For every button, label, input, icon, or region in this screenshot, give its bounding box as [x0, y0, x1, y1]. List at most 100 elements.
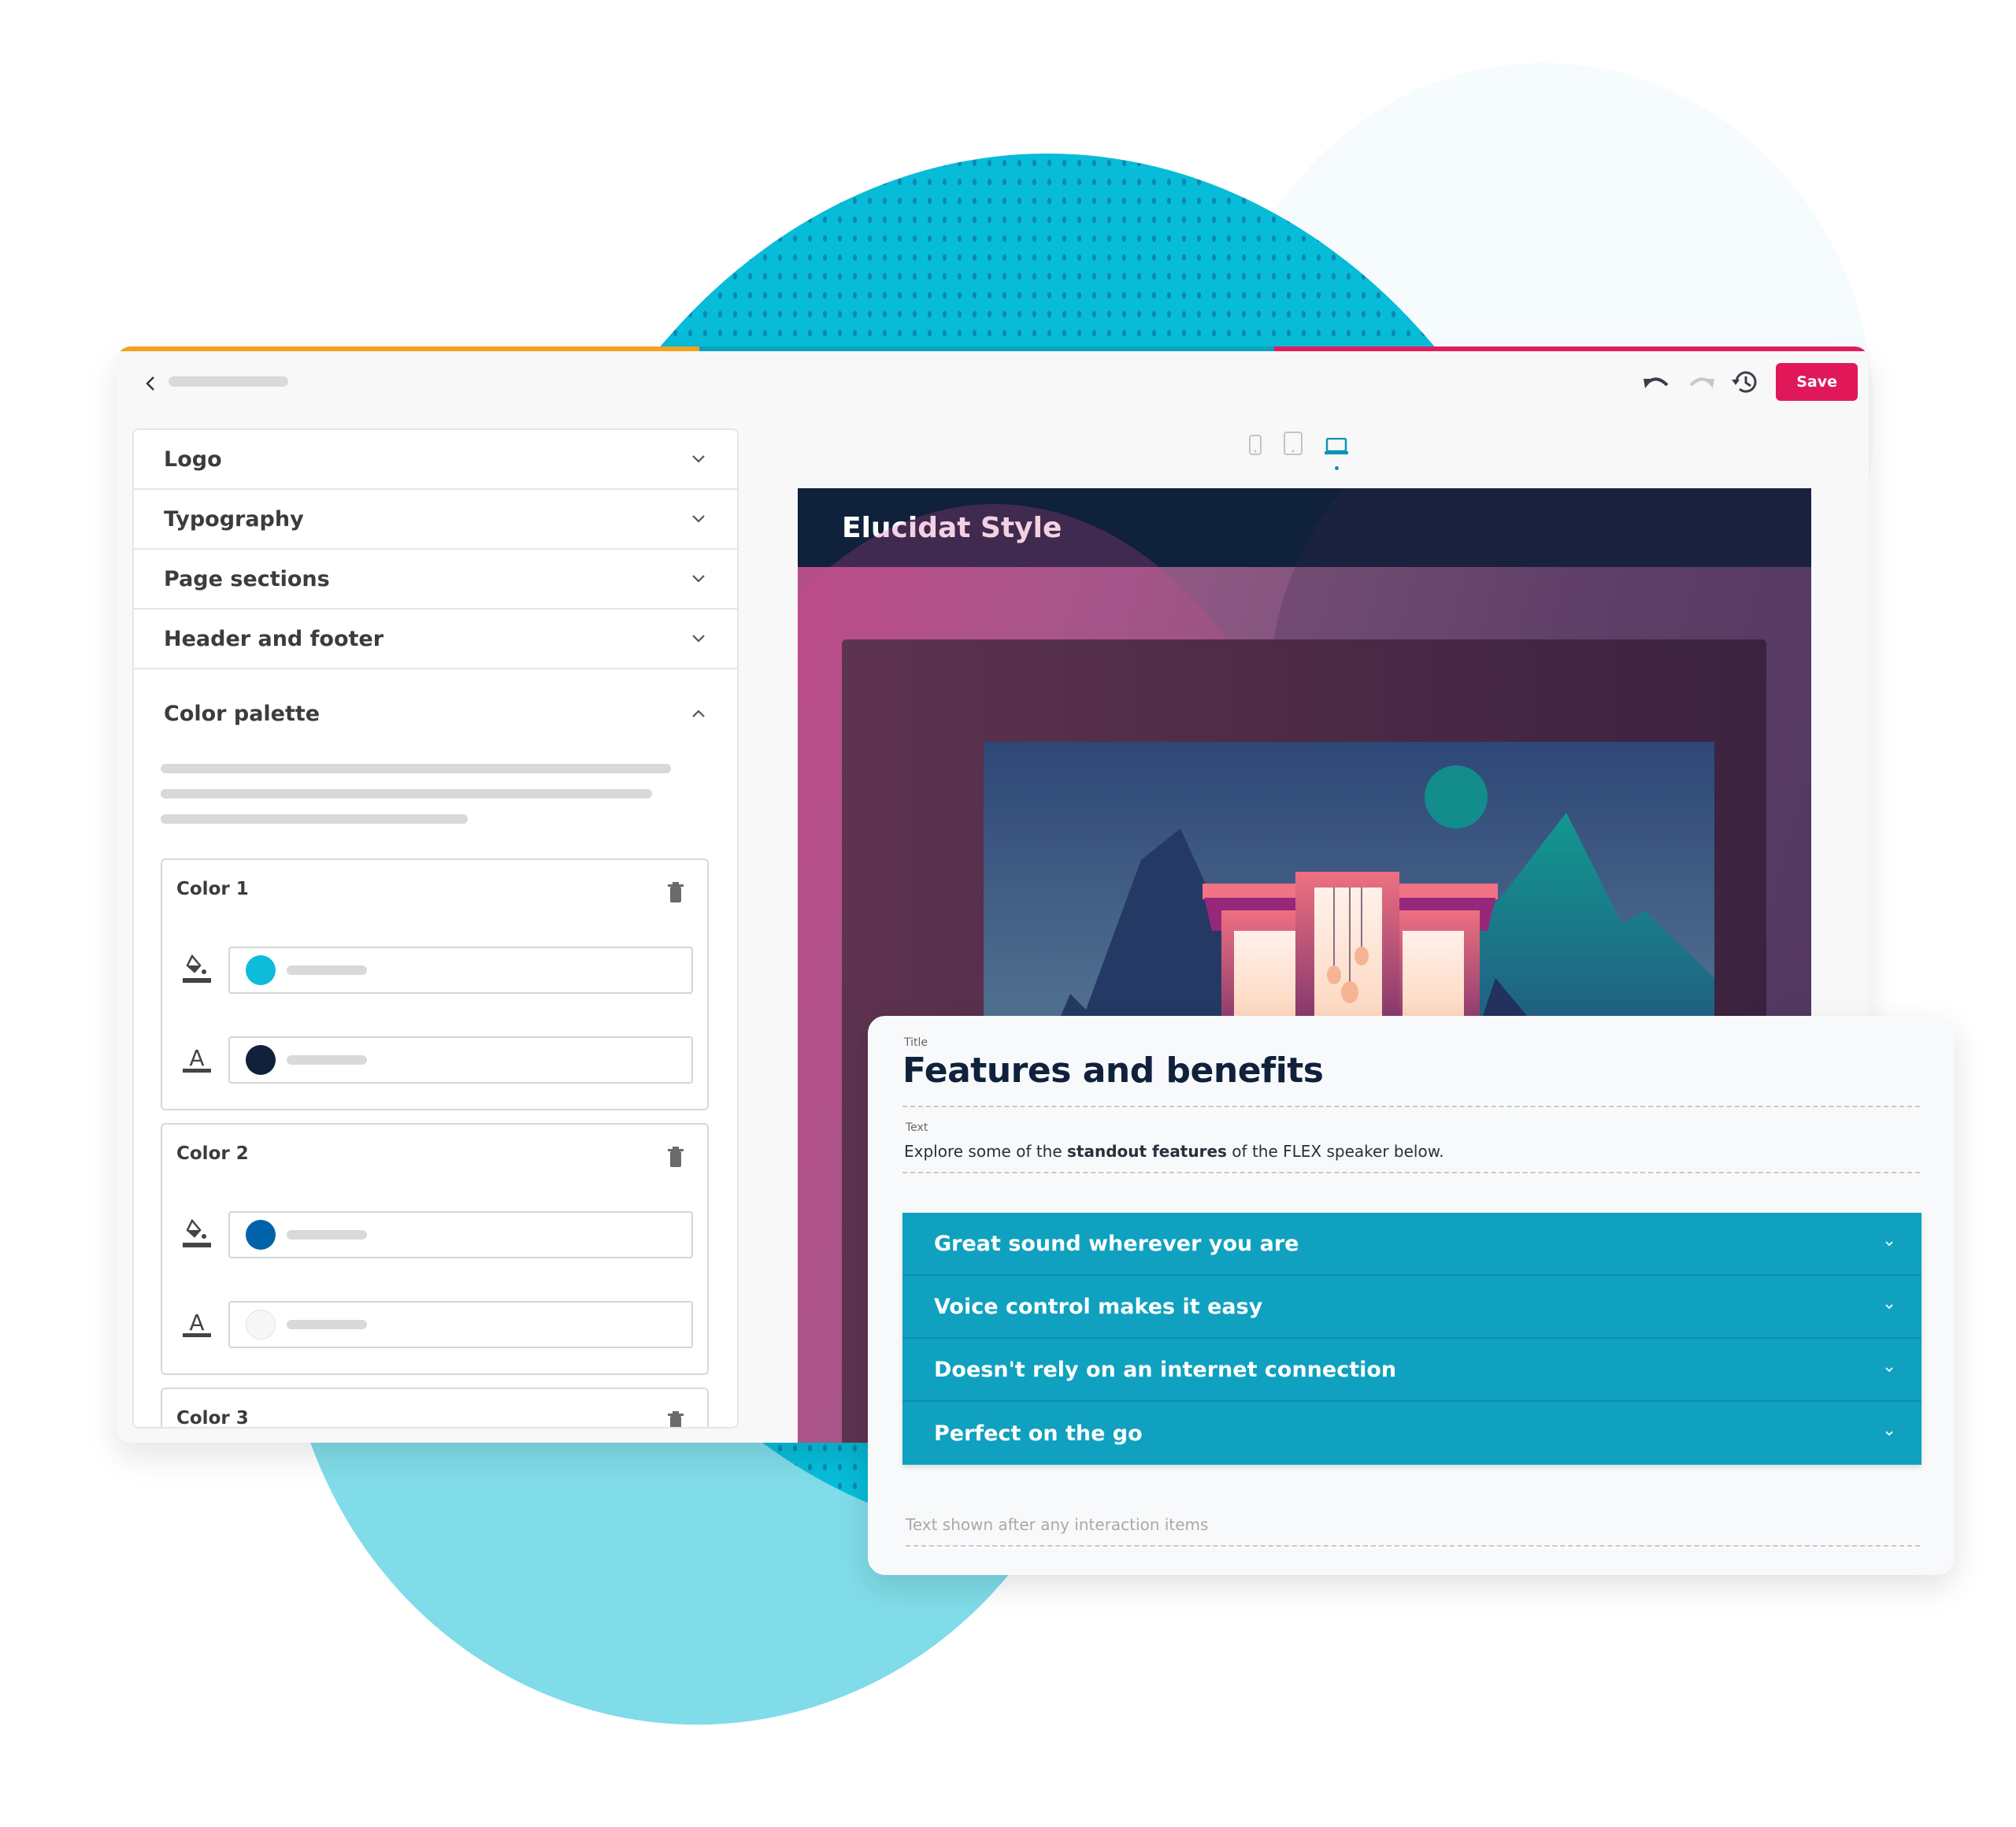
trash-icon[interactable] — [668, 1411, 684, 1429]
background-color-field[interactable] — [228, 1211, 693, 1258]
after-text-field[interactable]: Text shown after any interaction items — [906, 1515, 1208, 1534]
skeleton-line — [161, 814, 468, 824]
accent-bar-teal — [699, 346, 1274, 351]
text-field-label: Text — [906, 1121, 928, 1134]
accent-bar-orange — [117, 346, 699, 351]
accordion-item-label: Perfect on the go — [934, 1421, 1143, 1446]
color-swatch — [246, 955, 276, 985]
text-color-icon: A — [181, 1043, 213, 1077]
accordion-item[interactable]: Perfect on the go — [902, 1402, 1922, 1465]
chevron-down-icon — [692, 635, 705, 643]
text-color-field[interactable] — [228, 1301, 693, 1348]
redo-button[interactable] — [1688, 369, 1715, 395]
title-field-underline — [902, 1106, 1920, 1107]
chevron-down-icon — [692, 575, 705, 583]
undo-button[interactable] — [1644, 369, 1670, 395]
chevron-down-icon — [692, 515, 705, 523]
content-title[interactable]: Features and benefits — [902, 1051, 1324, 1091]
device-switcher — [1249, 432, 1348, 470]
text-color-icon: A — [181, 1307, 213, 1342]
paint-bucket-icon — [181, 1217, 213, 1252]
description-placeholder — [134, 748, 737, 824]
mobile-icon — [1249, 435, 1262, 455]
device-tablet-button[interactable] — [1284, 432, 1303, 459]
color-card-1: Color 1 A — [161, 858, 709, 1110]
content-text[interactable]: Explore some of the standout features of… — [904, 1142, 1444, 1161]
chevron-down-icon — [1885, 1241, 1893, 1247]
background-color-row — [181, 1211, 693, 1258]
text-bold-segment: standout features — [1067, 1142, 1227, 1161]
color-card-title: Color 1 — [176, 879, 249, 899]
text-color-field[interactable] — [228, 1036, 693, 1084]
accordion-item[interactable]: Doesn't rely on an internet connection — [902, 1339, 1922, 1402]
trash-icon[interactable] — [668, 882, 684, 902]
svg-text:A: A — [189, 1310, 204, 1336]
section-header-and-footer[interactable]: Header and footer — [134, 610, 737, 669]
accordion-item-label: Voice control makes it easy — [934, 1294, 1263, 1319]
chevron-down-icon — [692, 455, 705, 463]
background-color-field[interactable] — [228, 947, 693, 994]
skeleton-line — [161, 789, 652, 799]
device-desktop-button[interactable] — [1325, 437, 1348, 470]
redo-icon — [1689, 377, 1715, 388]
laptop-icon — [1325, 437, 1348, 454]
style-settings-sidebar: Logo Typography Page sections Header and… — [132, 428, 739, 1429]
toolbar: Save — [1644, 362, 1858, 402]
section-label: Color palette — [164, 701, 321, 726]
chevron-down-icon — [1885, 1431, 1893, 1436]
text-color-row: A — [181, 1036, 693, 1084]
value-placeholder — [287, 1320, 367, 1329]
tablet-icon — [1284, 432, 1303, 455]
window-accent-bar — [117, 346, 1869, 351]
accordion-item[interactable]: Great sound wherever you are — [902, 1213, 1922, 1276]
accordion-item-label: Great sound wherever you are — [934, 1231, 1299, 1256]
color-card-3: Color 3 — [161, 1388, 709, 1429]
after-text-underline — [906, 1545, 1920, 1547]
section-label: Page sections — [164, 566, 330, 591]
color-card-2: Color 2 A — [161, 1123, 709, 1375]
chevron-left-icon — [146, 376, 154, 391]
trash-icon[interactable] — [668, 1147, 684, 1167]
section-typography[interactable]: Typography — [134, 490, 737, 550]
accordion-item[interactable]: Voice control makes it easy — [902, 1276, 1922, 1339]
section-label: Logo — [164, 447, 222, 472]
accent-bar-pink — [1274, 346, 1869, 351]
color-card-title: Color 2 — [176, 1143, 249, 1164]
back-button[interactable] — [139, 372, 162, 395]
color-swatch — [246, 1220, 276, 1250]
section-page-sections[interactable]: Page sections — [134, 550, 737, 610]
text-color-row: A — [181, 1301, 693, 1348]
chevron-down-icon — [1885, 1304, 1893, 1310]
feature-accordion: Great sound wherever you are Voice contr… — [902, 1213, 1922, 1465]
svg-text:A: A — [189, 1045, 204, 1071]
accordion-item-label: Doesn't rely on an internet connection — [934, 1357, 1397, 1382]
text-segment: Explore some of the — [904, 1142, 1068, 1161]
chevron-up-icon — [692, 710, 705, 717]
title-placeholder — [169, 376, 288, 387]
background-color-row — [181, 947, 693, 994]
section-logo[interactable]: Logo — [134, 430, 737, 490]
history-button[interactable] — [1732, 369, 1758, 395]
chevron-down-icon — [1885, 1367, 1893, 1373]
device-mobile-button[interactable] — [1249, 435, 1262, 459]
section-label: Typography — [164, 506, 304, 532]
undo-icon — [1644, 377, 1669, 388]
paint-bucket-icon — [181, 953, 213, 988]
text-field-underline — [902, 1172, 1920, 1173]
value-placeholder — [287, 1055, 367, 1065]
moon — [1425, 765, 1488, 828]
section-label: Header and footer — [164, 626, 384, 651]
skeleton-line — [161, 764, 671, 773]
section-color-palette[interactable]: Color palette — [134, 669, 737, 748]
color-card-title: Color 3 — [176, 1408, 249, 1429]
color-swatch — [246, 1045, 276, 1075]
value-placeholder — [287, 965, 367, 975]
title-field-label: Title — [904, 1036, 928, 1049]
history-icon — [1732, 371, 1757, 393]
text-segment: of the FLEX speaker below. — [1226, 1142, 1444, 1161]
value-placeholder — [287, 1230, 367, 1240]
content-block-card: Title Features and benefits Text Explore… — [868, 1016, 1955, 1575]
color-swatch — [246, 1310, 276, 1340]
active-indicator — [1335, 466, 1339, 470]
save-button[interactable]: Save — [1776, 363, 1858, 401]
